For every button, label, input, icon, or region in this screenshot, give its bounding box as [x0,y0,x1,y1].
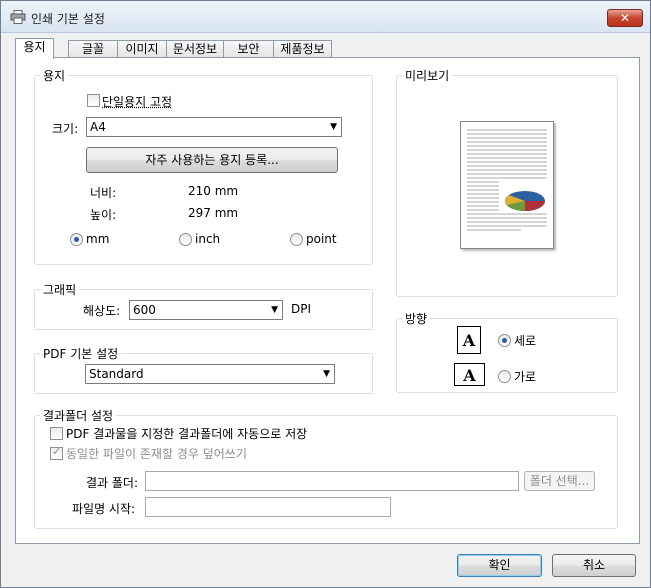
result-folder-group-title: 결과폴더 설정 [40,407,117,424]
pdf-preset-value: Standard [89,367,144,381]
chevron-down-icon: ▼ [323,369,330,379]
tab-panel: 용지 단일용지 고정 크기: A4 ▼ 자주 사용하는 용지 등록... 너비:… [15,57,640,544]
auto-save-label: PDF 결과물을 지정한 결과폴더에 자동으로 저장 [66,427,308,441]
close-button[interactable]: ✕ [607,9,643,27]
tab-product-info[interactable]: 제품정보 [273,40,332,58]
landscape-label: 가로 [514,370,537,384]
fixed-single-paper-checkbox[interactable] [87,94,100,107]
portrait-icon: A [457,326,481,354]
title-bar: 인쇄 기본 설정 ✕ [1,1,650,33]
height-label: 높이: [90,208,117,222]
size-label: 크기: [52,122,79,136]
cancel-button[interactable]: 취소 [552,554,636,577]
landscape-icon: A [454,363,485,386]
width-value: 210 mm [188,184,239,198]
paper-size-value: A4 [90,120,106,134]
preview-page-content [467,129,547,231]
orientation-group-title: 방향 [402,310,431,327]
tab-image[interactable]: 이미지 [117,40,167,58]
print-settings-dialog: 인쇄 기본 설정 ✕ 용지 글꼴 이미지 문서정보 보안 제품정보 용지 단일용… [0,0,651,588]
pdf-preset-select[interactable]: Standard ▼ [85,364,335,384]
paper-size-select[interactable]: A4 ▼ [86,117,342,137]
printer-icon [10,10,26,24]
result-folder-input[interactable] [145,471,519,491]
ok-button[interactable]: 확인 [457,554,542,577]
tab-document-info[interactable]: 문서정보 [166,40,224,58]
unit-mm-label: mm [86,232,110,246]
auto-save-checkbox[interactable] [50,427,63,440]
graphics-group-title: 그래픽 [40,281,80,298]
page-preview [460,121,554,249]
paper-group-title: 용지 [40,67,69,84]
pie-chart-icon [505,191,545,211]
unit-inch-radio[interactable] [179,233,192,246]
portrait-label: 세로 [514,334,537,348]
result-folder-label: 결과 폴더: [86,476,139,490]
resolution-value: 600 [133,303,156,317]
pdf-settings-group-title: PDF 기본 설정 [40,345,122,362]
width-label: 너비: [90,186,117,200]
resolution-select[interactable]: 600 ▼ [129,300,283,320]
unit-point-radio[interactable] [290,233,303,246]
unit-mm-radio[interactable] [70,233,83,246]
landscape-radio[interactable] [498,370,511,383]
select-folder-button[interactable]: 폴더 선택... [524,471,595,491]
tab-paper[interactable]: 용지 [15,38,54,59]
dpi-label: DPI [291,302,312,316]
unit-inch-label: inch [195,232,221,246]
register-paper-button[interactable]: 자주 사용하는 용지 등록... [86,147,338,173]
height-value: 297 mm [188,206,239,220]
chevron-down-icon: ▼ [271,305,278,315]
tab-security[interactable]: 보안 [223,40,274,58]
window-title: 인쇄 기본 설정 [31,12,105,26]
chevron-down-icon: ▼ [330,122,337,132]
resolution-label: 해상도: [83,304,121,318]
overwrite-checkbox[interactable] [50,445,63,460]
overwrite-label: 동일한 파일이 존재할 경우 덮어쓰기 [66,447,247,461]
tab-font[interactable]: 글꼴 [68,40,118,58]
fixed-single-paper-label: 단일용지 고정 [102,95,173,109]
filename-prefix-label: 파일명 시작: [72,502,136,516]
unit-point-label: point [306,232,337,246]
preview-group-title: 미리보기 [402,67,453,84]
filename-prefix-input[interactable] [145,497,391,517]
portrait-radio[interactable] [498,334,511,347]
